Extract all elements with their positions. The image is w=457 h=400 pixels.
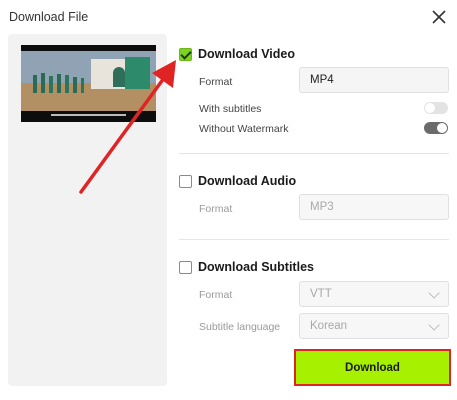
without-watermark-label: Without Watermark	[199, 123, 289, 135]
download-audio-toggle[interactable]: Download Audio	[179, 174, 296, 188]
video-format-select[interactable]: MP4	[299, 67, 449, 93]
divider	[179, 153, 449, 154]
download-button-highlight: Download	[294, 349, 451, 386]
divider	[179, 239, 449, 240]
with-subtitles-label: With subtitles	[199, 103, 262, 115]
download-audio-checkbox[interactable]	[179, 174, 192, 188]
audio-format-value: MP3	[310, 201, 334, 213]
close-icon[interactable]	[431, 9, 447, 25]
without-watermark-toggle[interactable]	[424, 122, 448, 134]
subtitle-language-value: Korean	[310, 320, 348, 332]
download-video-checkbox[interactable]	[179, 47, 192, 61]
subtitle-language-label: Subtitle language	[199, 321, 281, 333]
download-button[interactable]: Download	[296, 351, 449, 384]
download-audio-title: Download Audio	[198, 174, 297, 188]
subtitle-format-label: Format	[199, 289, 233, 301]
download-video-title: Download Video	[198, 47, 295, 61]
preview-panel	[8, 34, 167, 386]
chevron-down-icon	[428, 319, 440, 331]
subtitle-language-select[interactable]: Korean	[299, 313, 449, 339]
audio-format-select[interactable]: MP3	[299, 194, 449, 220]
subtitle-format-select[interactable]: VTT	[299, 281, 449, 307]
download-subtitles-checkbox[interactable]	[179, 260, 192, 274]
download-video-toggle[interactable]: Download Video	[179, 47, 295, 61]
with-subtitles-toggle[interactable]	[424, 102, 448, 114]
dialog-title: Download File	[9, 10, 89, 24]
video-format-label: Format	[199, 76, 233, 88]
download-subtitles-toggle[interactable]: Download Subtitles	[179, 260, 314, 274]
chevron-down-icon	[428, 287, 440, 299]
download-subtitles-title: Download Subtitles	[198, 260, 314, 274]
video-thumbnail	[21, 45, 156, 122]
video-format-value: MP4	[310, 74, 334, 86]
subtitle-format-value: VTT	[310, 288, 332, 300]
download-file-dialog: Download File Download Video Format MP4 …	[0, 0, 457, 400]
audio-format-label: Format	[199, 203, 233, 215]
